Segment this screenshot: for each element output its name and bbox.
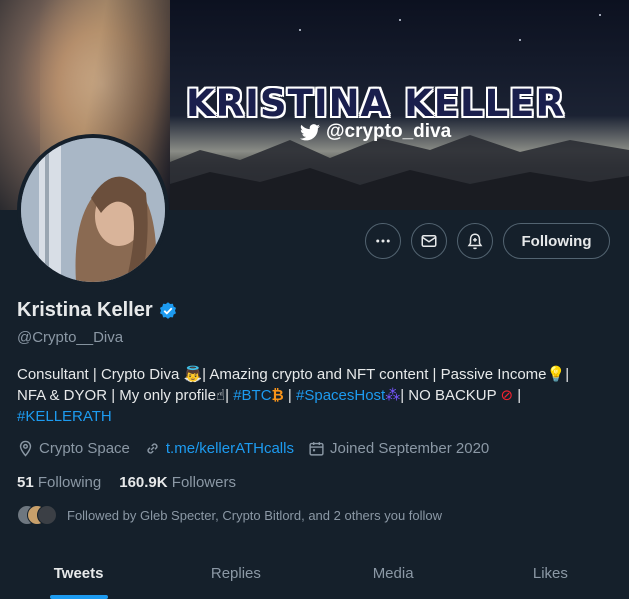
followers-label: Followers bbox=[171, 474, 236, 491]
bio-text: | NO BACKUP bbox=[400, 387, 501, 404]
banner-handle-text: @crypto_diva bbox=[326, 121, 452, 142]
followed-by-row[interactable]: Followed by Gleb Specter, Crypto Bitlord… bbox=[17, 505, 442, 525]
followers-count: 160.9K bbox=[119, 474, 168, 491]
bio-text: | bbox=[225, 387, 234, 404]
bio-text: Consultant | Crypto Diva bbox=[17, 366, 184, 383]
profile-name-row: Kristina Keller bbox=[17, 299, 178, 322]
link-icon bbox=[147, 443, 158, 454]
bell-plus-icon bbox=[467, 233, 483, 250]
profile-bio: Consultant | Crypto Diva 👼| Amazing cryp… bbox=[17, 364, 617, 427]
notifications-button[interactable] bbox=[457, 223, 493, 259]
lightbulb-emoji-icon: 💡 bbox=[546, 366, 566, 383]
following-count: 51 bbox=[17, 474, 34, 491]
calendar-icon bbox=[309, 442, 324, 456]
active-tab-indicator bbox=[49, 595, 108, 599]
location-text: Crypto Space bbox=[39, 440, 130, 457]
tab-label: Replies bbox=[210, 565, 261, 582]
more-icon bbox=[376, 239, 390, 243]
followed-by-text: Followed by Gleb Specter, Crypto Bitlord… bbox=[67, 507, 443, 523]
join-date-text: Joined September 2020 bbox=[329, 440, 490, 457]
tab-tweets[interactable]: Tweets bbox=[0, 548, 157, 599]
envelope-icon bbox=[421, 235, 437, 247]
profile-meta: Crypto Space t.me/kellerATHcalls Joined … bbox=[17, 440, 503, 457]
tab-label: Likes bbox=[532, 565, 568, 582]
bio-text: | bbox=[283, 387, 296, 404]
hashtag-btc-link[interactable]: #BTC bbox=[233, 387, 271, 404]
tab-media[interactable]: Media bbox=[315, 548, 472, 599]
bio-text: | bbox=[513, 387, 522, 404]
banner-title: KRISTINA KELLER bbox=[186, 82, 565, 125]
follower-avatars bbox=[17, 505, 57, 525]
following-button[interactable]: Following bbox=[503, 223, 610, 259]
tab-label: Tweets bbox=[53, 565, 104, 582]
angel-emoji-icon: 👼 bbox=[183, 366, 203, 383]
tab-likes[interactable]: Likes bbox=[472, 548, 629, 599]
hashtag-kellerath-link[interactable]: #KELLERATH bbox=[17, 408, 112, 425]
bio-text: | bbox=[565, 366, 570, 383]
index-finger-emoji-icon: ☝ bbox=[215, 387, 226, 404]
banner-handle: @crypto_diva bbox=[300, 121, 451, 143]
profile-avatar[interactable] bbox=[17, 134, 169, 286]
tab-label: Media bbox=[372, 565, 414, 582]
twitter-bird-icon bbox=[300, 123, 320, 140]
location: Crypto Space bbox=[17, 440, 130, 457]
message-button[interactable] bbox=[411, 223, 447, 259]
spaces-emoji-icon: ⁂ bbox=[385, 387, 401, 404]
avatar-image bbox=[21, 138, 165, 282]
more-button[interactable] bbox=[365, 223, 401, 259]
profile-handle: @Crypto__Diva bbox=[17, 329, 124, 346]
join-date: Joined September 2020 bbox=[308, 440, 489, 457]
following-stat[interactable]: 51 Following bbox=[17, 474, 101, 491]
bitcoin-emoji-icon: ₿ bbox=[271, 387, 284, 404]
prohibited-emoji-icon: ⊘ bbox=[500, 387, 514, 404]
location-pin-icon bbox=[19, 440, 32, 457]
website-link[interactable]: t.me/kellerATHcalls bbox=[166, 440, 294, 457]
hashtag-spaceshost-link[interactable]: #SpacesHost bbox=[296, 387, 385, 404]
bio-text: | Amazing crypto and NFT content | Passi… bbox=[202, 366, 547, 383]
avatar bbox=[37, 505, 57, 525]
verified-badge-icon[interactable] bbox=[158, 301, 178, 321]
followers-stat[interactable]: 160.9K Followers bbox=[119, 474, 236, 491]
profile-stats: 51 Following 160.9K Followers bbox=[17, 474, 236, 491]
profile-tabs: Tweets Replies Media Likes bbox=[0, 548, 629, 599]
tab-replies[interactable]: Replies bbox=[157, 548, 314, 599]
profile-name: Kristina Keller bbox=[17, 299, 153, 321]
website: t.me/kellerATHcalls bbox=[144, 440, 294, 457]
bio-text: NFA & DYOR | My only profile bbox=[17, 387, 216, 404]
following-label: Following bbox=[37, 474, 102, 491]
